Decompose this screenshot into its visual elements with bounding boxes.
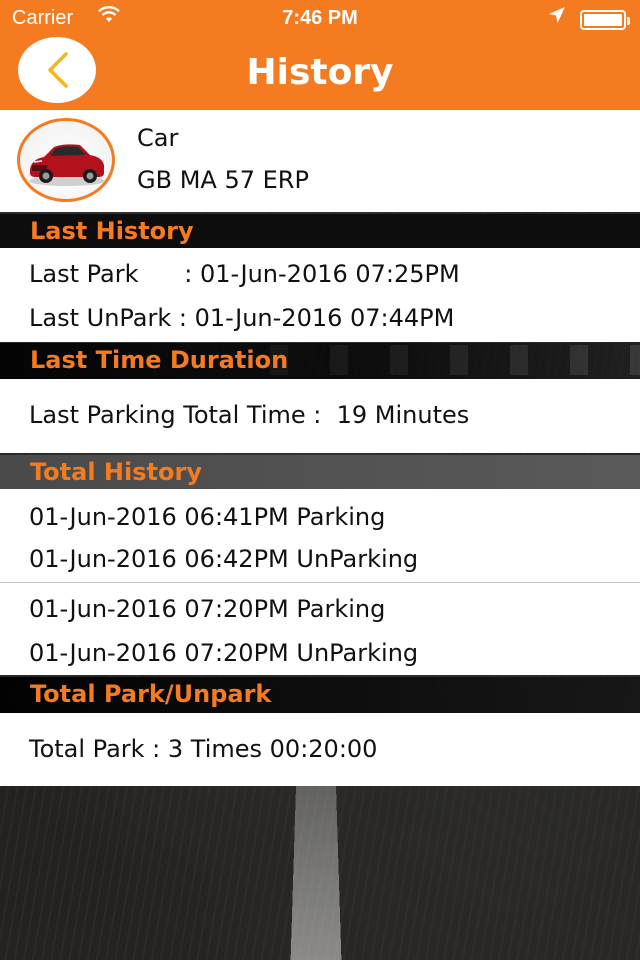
- vehicle-card: Car GB MA 57 ERP: [0, 110, 640, 212]
- section-header-last-time-duration: Last Time Duration: [0, 343, 640, 379]
- total-park-summary: Total Park : 3 Times 00:20:00: [29, 735, 378, 763]
- last-unpark-row: Last UnPark : 01-Jun-2016 07:44PM: [29, 304, 455, 332]
- history-entry-unparking: 01-Jun-2016 06:42PM UnParking: [29, 545, 419, 573]
- car-icon: [17, 118, 115, 202]
- last-history-panel: Last Park : 01-Jun-2016 07:25PM Last UnP…: [0, 248, 640, 342]
- road-line-decoration: [289, 786, 343, 960]
- history-entry-parking: 01-Jun-2016 06:41PM Parking: [29, 503, 386, 531]
- navigation-bar: Carrier 7:46 PM History: [0, 0, 640, 110]
- section-header-total-park-unpark: Total Park/Unpark: [0, 677, 640, 713]
- total-park-panel: Total Park : 3 Times 00:20:00: [0, 713, 640, 786]
- status-bar: Carrier 7:46 PM: [0, 0, 640, 40]
- history-entry-unparking: 01-Jun-2016 07:20PM UnParking: [29, 639, 419, 667]
- page-title: History: [246, 52, 394, 93]
- status-time: 7:46 PM: [282, 7, 358, 29]
- vehicle-name: Car: [137, 124, 179, 152]
- location-arrow-icon: [548, 6, 566, 29]
- battery-icon: [580, 10, 630, 30]
- section-header-total-history: Total History: [0, 455, 640, 489]
- vehicle-plate: GB MA 57 ERP: [137, 166, 309, 194]
- section-header-last-history: Last History: [0, 214, 640, 248]
- last-duration-panel: Last Parking Total Time : 19 Minutes: [0, 379, 640, 453]
- history-entry-parking: 01-Jun-2016 07:20PM Parking: [29, 595, 386, 623]
- last-park-row: Last Park : 01-Jun-2016 07:25PM: [29, 260, 460, 288]
- list-divider: [0, 582, 640, 583]
- last-parking-total-time: Last Parking Total Time : 19 Minutes: [29, 401, 470, 429]
- total-history-list: 01-Jun-2016 06:41PM Parking 01-Jun-2016 …: [0, 489, 640, 675]
